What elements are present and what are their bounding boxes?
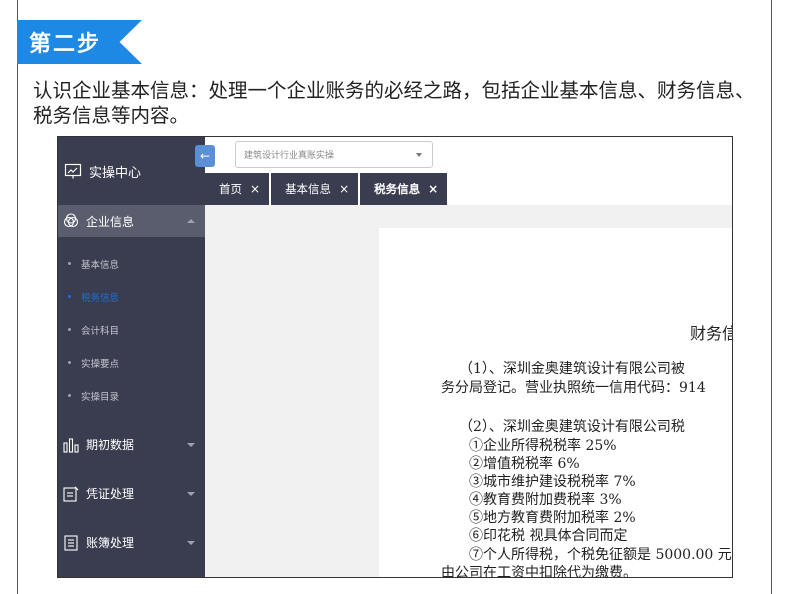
sidebar-group-company-info[interactable]: 企业信息 (58, 205, 205, 237)
frame-right-border (771, 0, 772, 594)
sidebar-item-label: 账簿处理 (86, 536, 135, 550)
sidebar-sub-label: 会计科目 (81, 325, 120, 337)
step-badge: 第二步 (17, 20, 142, 64)
sidebar-sub-catalog[interactable]: 实操目录 (58, 379, 205, 412)
sidebar-item-ledger[interactable]: 账簿处理 (58, 518, 205, 567)
frame-left-border (17, 0, 18, 594)
sidebar-sub-accounts[interactable]: 会计科目 (58, 313, 205, 346)
sidebar-item-label: 期初数据 (86, 438, 135, 452)
document-line: ⑥印花税 视具体合同而定 (469, 528, 628, 544)
bullet-icon (68, 328, 71, 331)
tab-basic-info[interactable]: 基本信息 × (271, 173, 361, 205)
document-line: ⑦个人所得税，个税免征额是 5000.00 元, (469, 547, 732, 563)
sidebar-brand-label: 实操中心 (89, 165, 142, 181)
bullet-icon (68, 361, 71, 364)
sidebar-sub-label: 税务信息 (81, 292, 120, 304)
sidebar-brand[interactable]: 实操中心 (58, 137, 205, 205)
chevron-down-icon (416, 153, 422, 157)
sidebar-sub-label: 实操要点 (81, 358, 120, 370)
document-line: 由公司在工资中扣除代为缴费。 (441, 565, 637, 577)
document-line: ④教育费附加费税率 3% (469, 492, 622, 508)
collapse-sidebar-button[interactable]: ← (195, 145, 215, 167)
sidebar-sub-label: 基本信息 (81, 259, 120, 271)
bullet-icon (68, 262, 71, 265)
app-window: 实操中心 企业信息 基本信息 税务信息 会计科目 实操要点 实操目录 期初数据 (57, 136, 733, 578)
bullet-icon (68, 295, 71, 298)
topbar: ← 建筑设计行业真账实操 (195, 137, 732, 174)
sidebar-item-voucher[interactable]: 凭证处理 (58, 469, 205, 518)
project-select[interactable]: 建筑设计行业真账实操 (235, 141, 433, 168)
caret-down-icon (187, 541, 195, 545)
caret-up-icon (187, 219, 195, 223)
tab-home[interactable]: 首页 × (205, 173, 272, 205)
sidebar-group-label: 企业信息 (86, 214, 135, 229)
document-line: （1）、深圳金奥建筑设计有限公司被 (459, 361, 685, 377)
document-line: （2）、深圳金奥建筑设计有限公司税 (459, 419, 685, 435)
sidebar-sub-tax-info[interactable]: 税务信息 (58, 280, 205, 313)
arrow-left-icon: ← (199, 149, 211, 163)
close-icon[interactable]: × (339, 182, 349, 196)
caret-down-icon (187, 443, 195, 447)
caret-down-icon (187, 492, 195, 496)
circles-icon (63, 213, 79, 228)
tab-label: 税务信息 (374, 182, 421, 196)
bar-chart-icon (63, 437, 79, 453)
project-select-value: 建筑设计行业真账实操 (244, 151, 335, 161)
ledger-icon (64, 534, 78, 551)
sidebar-sub-label: 实操目录 (81, 391, 120, 403)
sidebar-item-label: 凭证处理 (86, 487, 135, 501)
document-page: 财务信 （1）、深圳金奥建筑设计有限公司被 务分局登记。营业执照统一信用代码：9… (379, 228, 732, 577)
document-line: ③城市维护建设税税率 7% (469, 474, 636, 490)
sidebar-sub-basic-info[interactable]: 基本信息 (58, 247, 205, 280)
voucher-icon (63, 486, 79, 502)
document-line: ②增值税税率 6% (469, 456, 580, 472)
tab-label: 首页 (219, 182, 242, 196)
intro-text: 认识企业基本信息：处理一个企业账务的必经之路，包括企业基本信息、财务信息、税务信… (33, 79, 755, 127)
sidebar: 实操中心 企业信息 基本信息 税务信息 会计科目 实操要点 实操目录 期初数据 (58, 137, 205, 577)
close-icon[interactable]: × (428, 182, 438, 196)
sidebar-sub-key-points[interactable]: 实操要点 (58, 346, 205, 379)
document-line: ⑤地方教育费附加税率 2% (469, 510, 636, 526)
content-area: 财务信 （1）、深圳金奥建筑设计有限公司被 务分局登记。营业执照统一信用代码：9… (205, 205, 732, 577)
tab-bar: 首页 × 基本信息 × 税务信息 × (205, 173, 732, 205)
bullet-icon (68, 394, 71, 397)
tab-label: 基本信息 (285, 182, 332, 196)
close-icon[interactable]: × (250, 182, 260, 196)
tab-tax-info[interactable]: 税务信息 × (360, 173, 450, 205)
sidebar-item-opening-data[interactable]: 期初数据 (58, 420, 205, 469)
step-label: 第二步 (29, 32, 102, 57)
document-line: 务分局登记。营业执照统一信用代码：914 (441, 380, 706, 396)
presentation-chart-icon (64, 163, 82, 179)
document-line: ①企业所得税税率 25% (469, 438, 617, 454)
document-title: 财务信 (690, 324, 732, 343)
